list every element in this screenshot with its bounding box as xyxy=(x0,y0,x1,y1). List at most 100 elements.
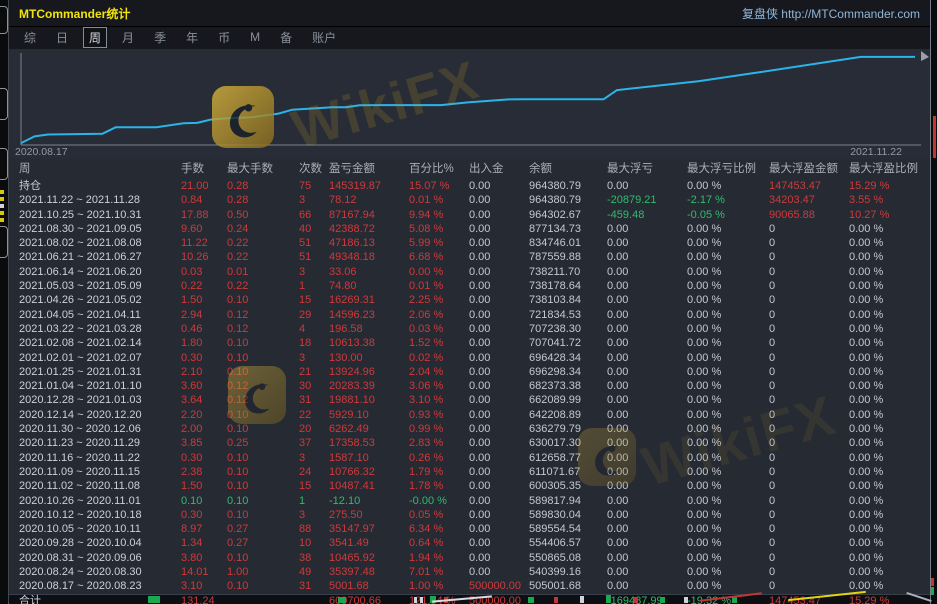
screen: MTCommander统计 复盘侠 http://MTCommander.com… xyxy=(0,0,937,604)
cell-percent: 0.05 % xyxy=(409,508,469,522)
cell-lots: 2.94 xyxy=(181,308,227,322)
cell-count: 31 xyxy=(299,579,329,593)
cell-lots: 3.64 xyxy=(181,393,227,407)
cell-max_float_loss: 0.00 xyxy=(607,336,687,350)
cell-deposit: 0.00 xyxy=(469,508,529,522)
table-row[interactable]: 持仓21.000.2875145319.8715.07 %0.00964380.… xyxy=(9,179,930,193)
brand-link[interactable]: 复盘侠 http://MTCommander.com xyxy=(742,5,920,22)
cell-percent: 0.93 % xyxy=(409,408,469,422)
cell-lots: 1.80 xyxy=(181,336,227,350)
table-row[interactable]: 2020.10.05 ~ 2020.10.118.970.278835147.9… xyxy=(9,522,930,536)
menu-item-月[interactable]: 月 xyxy=(117,28,139,47)
table-row[interactable]: 2021.02.01 ~ 2021.02.070.300.103130.000.… xyxy=(9,351,930,365)
cell-max_lots: 0.28 xyxy=(227,193,299,207)
cell-balance: 540399.16 xyxy=(529,565,607,579)
cell-max_float_loss_pct: -0.05 % xyxy=(687,208,769,222)
col-header-pnl[interactable]: 盈亏金额 xyxy=(329,159,409,179)
cell-max_lots: 1.00 xyxy=(227,565,299,579)
table-row[interactable]: 2021.08.30 ~ 2021.09.059.600.244042388.7… xyxy=(9,222,930,236)
col-header-lots[interactable]: 手数 xyxy=(181,159,227,179)
menu-item-季[interactable]: 季 xyxy=(149,28,171,47)
cell-max_float_loss_pct: 0.00 % xyxy=(687,322,769,336)
cell-count xyxy=(299,595,329,604)
cell-count: 51 xyxy=(299,236,329,250)
menu-item-周[interactable]: 周 xyxy=(83,27,107,48)
cell-pnl: 3541.49 xyxy=(329,536,409,550)
table-row[interactable]: 2020.08.31 ~ 2020.09.063.800.103810465.9… xyxy=(9,551,930,565)
cell-max_float_loss: -459.48 xyxy=(607,208,687,222)
cell-percent: 0.03 % xyxy=(409,322,469,336)
cell-max_float_loss: 0.00 xyxy=(607,308,687,322)
menu-item-币[interactable]: 币 xyxy=(213,28,235,47)
cell-week: 2021.04.05 ~ 2021.04.11 xyxy=(19,308,181,322)
table-row[interactable]: 2020.09.28 ~ 2020.10.041.340.27103541.49… xyxy=(9,536,930,550)
cell-week: 2020.10.05 ~ 2020.10.11 xyxy=(19,522,181,536)
cell-max_float_loss: 0.00 xyxy=(607,351,687,365)
cell-week: 2021.05.03 ~ 2021.05.09 xyxy=(19,279,181,293)
cell-pnl: 275.50 xyxy=(329,508,409,522)
menu-item-日[interactable]: 日 xyxy=(51,28,73,47)
cell-balance: 964380.79 xyxy=(529,193,607,207)
table-row[interactable]: 2021.04.05 ~ 2021.04.112.940.122914596.2… xyxy=(9,308,930,322)
table-row[interactable]: 2021.05.03 ~ 2021.05.090.220.22174.800.0… xyxy=(9,279,930,293)
table-row[interactable]: 2021.11.22 ~ 2021.11.280.840.28378.120.0… xyxy=(9,193,930,207)
cell-max_float_loss_pct: 0.00 % xyxy=(687,508,769,522)
cell-deposit: 0.00 xyxy=(469,451,529,465)
cell-count: 10 xyxy=(299,536,329,550)
cell-pnl: 78.12 xyxy=(329,193,409,207)
cell-percent: 0.64 % xyxy=(409,536,469,550)
table-row[interactable]: 2021.06.14 ~ 2021.06.200.030.01333.060.0… xyxy=(9,265,930,279)
menu-item-账户[interactable]: 账户 xyxy=(307,28,341,47)
table-row[interactable]: 2021.04.26 ~ 2021.05.021.500.101516269.3… xyxy=(9,293,930,307)
col-header-balance[interactable]: 余额 xyxy=(529,159,607,179)
cell-lots: 14.01 xyxy=(181,565,227,579)
cell-count: 38 xyxy=(299,551,329,565)
cell-percent: 2.83 % xyxy=(409,436,469,450)
cell-max_float_profit: 0 xyxy=(769,522,849,536)
cell-percent: 0.26 % xyxy=(409,451,469,465)
table-row[interactable]: 2021.08.02 ~ 2021.08.0811.220.225147186.… xyxy=(9,236,930,250)
cell-max_float_loss: 0.00 xyxy=(607,379,687,393)
menu-item-综[interactable]: 综 xyxy=(19,28,41,47)
menu-item-年[interactable]: 年 xyxy=(181,28,203,47)
wikifx-watermark-logo xyxy=(228,366,286,424)
cell-max_float_profit: 0 xyxy=(769,308,849,322)
table-row[interactable]: 2020.08.24 ~ 2020.08.3014.011.004935397.… xyxy=(9,565,930,579)
col-header-deposit[interactable]: 出入金 xyxy=(469,159,529,179)
col-header-max_float_loss_pct[interactable]: 最大浮亏比例 xyxy=(687,159,769,179)
table-row[interactable]: 2021.10.25 ~ 2021.10.3117.880.506687167.… xyxy=(9,208,930,222)
table-row[interactable]: 2020.10.12 ~ 2020.10.180.300.103275.500.… xyxy=(9,508,930,522)
menu-item-M[interactable]: M xyxy=(245,29,265,45)
cell-pnl: 14596.23 xyxy=(329,308,409,322)
cell-balance: 682373.38 xyxy=(529,379,607,393)
col-header-max_lots[interactable]: 最大手数 xyxy=(227,159,299,179)
table-row[interactable]: 2021.06.21 ~ 2021.06.2710.260.225149348.… xyxy=(9,250,930,264)
table-row[interactable]: 2020.08.17 ~ 2020.08.233.100.10315001.68… xyxy=(9,579,930,593)
col-header-max_float_loss[interactable]: 最大浮亏 xyxy=(607,159,687,179)
cell-max_float_profit_pct: 0.00 % xyxy=(849,536,930,550)
cell-max_float_profit_pct: 15.29 % xyxy=(849,179,930,193)
cell-max_float_loss: 0.00 xyxy=(607,408,687,422)
col-header-max_float_profit[interactable]: 最大浮盈金额 xyxy=(769,159,849,179)
table-row[interactable]: 2020.11.02 ~ 2020.11.081.500.101510487.4… xyxy=(9,479,930,493)
table-row[interactable]: 2020.10.26 ~ 2020.11.010.100.101-12.10-0… xyxy=(9,494,930,508)
cell-max_float_loss: 0.00 xyxy=(607,393,687,407)
table-row[interactable]: 2021.02.08 ~ 2021.02.141.800.101810613.3… xyxy=(9,336,930,350)
cell-max_float_profit: 0 xyxy=(769,551,849,565)
cell-max_float_profit_pct: 0.00 % xyxy=(849,393,930,407)
cell-pnl: 10766.32 xyxy=(329,465,409,479)
cell-max_lots: 0.10 xyxy=(227,551,299,565)
col-header-max_float_profit_pct[interactable]: 最大浮盈比例 xyxy=(849,159,930,179)
cell-max_float_loss_pct: 0.00 % xyxy=(687,579,769,593)
col-header-percent[interactable]: 百分比% xyxy=(409,159,469,179)
menu-item-备[interactable]: 备 xyxy=(275,28,297,47)
table-row[interactable]: 2020.11.09 ~ 2020.11.152.380.102410766.3… xyxy=(9,465,930,479)
cell-max_float_loss_pct: 0.00 % xyxy=(687,522,769,536)
col-header-count[interactable]: 次数 xyxy=(299,159,329,179)
col-header-week[interactable]: 周 xyxy=(19,159,181,179)
table-row[interactable]: 2021.01.25 ~ 2021.01.312.100.102113924.9… xyxy=(9,365,930,379)
cell-lots: 1.34 xyxy=(181,536,227,550)
cell-percent: 9.94 % xyxy=(409,208,469,222)
table-row[interactable]: 2021.03.22 ~ 2021.03.280.460.124196.580.… xyxy=(9,322,930,336)
cell-lots: 10.26 xyxy=(181,250,227,264)
